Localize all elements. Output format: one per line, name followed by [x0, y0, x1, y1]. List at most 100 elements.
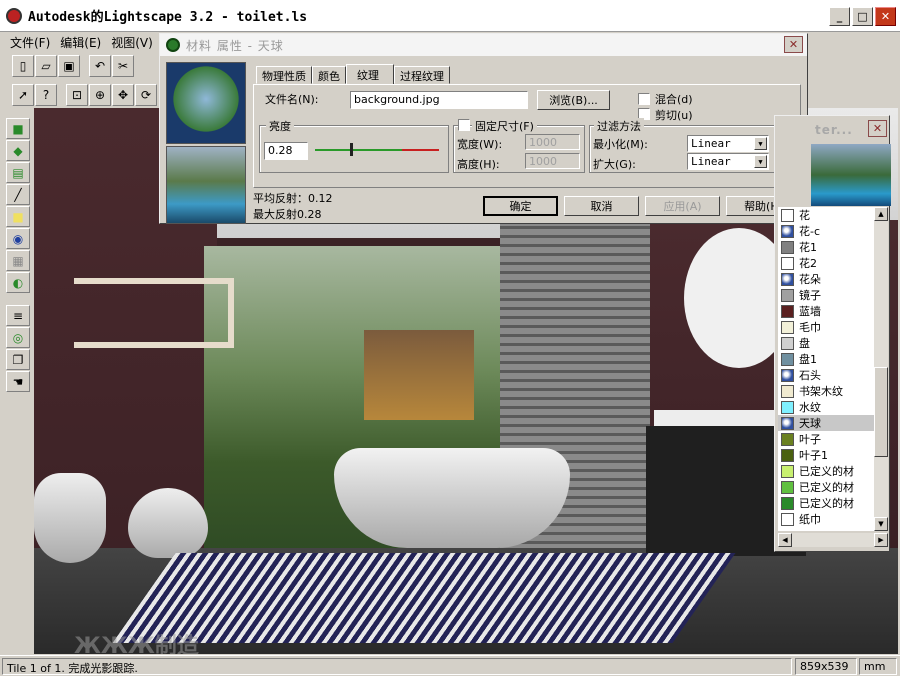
chevron-down-icon[interactable]: ▼: [754, 155, 767, 168]
save-icon[interactable]: ▣: [58, 55, 80, 77]
texture-preview-image: [166, 146, 246, 224]
scroll-down-icon[interactable]: ▼: [874, 517, 888, 531]
material-color-swatch: [781, 288, 794, 302]
tab-texture[interactable]: 纹理: [346, 64, 394, 84]
material-list-item[interactable]: 花1: [778, 239, 874, 255]
fixed-size-checkbox[interactable]: [458, 119, 470, 131]
magnify-label: 扩大(G):: [593, 158, 636, 171]
material-list-item[interactable]: 毛巾: [778, 319, 874, 335]
material-list-item[interactable]: 花2: [778, 255, 874, 271]
material-list-item[interactable]: 石头: [778, 367, 874, 383]
scroll-right-icon[interactable]: ▶: [874, 533, 888, 547]
material-list-item[interactable]: 书架木纹: [778, 383, 874, 399]
ok-button[interactable]: 确定: [483, 196, 558, 216]
line-icon[interactable]: ╱: [6, 184, 30, 205]
app-titlebar: Autodesk的Lightscape 3.2 - toilet.ls _ □ …: [0, 0, 900, 32]
search-icon[interactable]: ◎: [6, 327, 30, 348]
tab-color[interactable]: 颜色: [312, 66, 346, 84]
cut-icon[interactable]: ✂: [112, 55, 134, 77]
chevron-down-icon[interactable]: ▼: [754, 137, 767, 150]
magnify-select-value: Linear: [691, 155, 731, 168]
browse-button[interactable]: 浏览(B)...: [537, 90, 610, 110]
material-list-item[interactable]: 盘1: [778, 351, 874, 367]
menu-bar: 文件(F) 编辑(E) 视图(V): [0, 32, 160, 52]
apply-button[interactable]: 应用(A): [645, 196, 720, 216]
materials-vscrollbar[interactable]: ▲ ▼: [874, 207, 888, 531]
material-list-item[interactable]: 天球: [778, 415, 874, 431]
select-arrow-icon[interactable]: ➚: [12, 84, 34, 106]
material-list-item[interactable]: 纸巾: [778, 511, 874, 527]
left-toolbar: ■ ◆ ▤ ╱ ■ ◉ ▦ ◐ ≡ ◎ ❐ ☚: [6, 118, 30, 392]
brightness-field[interactable]: 0.28: [264, 142, 308, 160]
material-color-swatch: [781, 400, 794, 414]
tab-procedural-texture[interactable]: 过程纹理: [394, 66, 450, 84]
layers-icon[interactable]: ▤: [6, 162, 30, 183]
material-list-item[interactable]: 已定义的材: [778, 479, 874, 495]
grid-icon[interactable]: ▦: [6, 250, 30, 271]
orbit-icon[interactable]: ◐: [6, 272, 30, 293]
material-color-swatch: [781, 480, 794, 494]
material-list-item[interactable]: 已定义的材: [778, 463, 874, 479]
material-list-item[interactable]: 花: [778, 207, 874, 223]
minify-label: 最小化(M):: [593, 138, 648, 151]
filename-field[interactable]: background.jpg: [350, 91, 528, 109]
material-list-item[interactable]: 镜子: [778, 287, 874, 303]
material-list-item[interactable]: 蓝墙: [778, 303, 874, 319]
help-arrow-icon[interactable]: ?: [35, 84, 57, 106]
striped-rug: [112, 553, 736, 643]
material-list-item[interactable]: 叶子: [778, 431, 874, 447]
material-icon[interactable]: ◉: [6, 228, 30, 249]
scroll-thumb[interactable]: [874, 367, 888, 457]
undo-icon[interactable]: ↶: [89, 55, 111, 77]
max-reflectance: 最大反射0.28: [253, 208, 322, 221]
height-field[interactable]: 1000: [525, 153, 580, 169]
material-list-item[interactable]: 叶子1: [778, 447, 874, 463]
menu-file[interactable]: 文件(F): [10, 34, 50, 51]
scroll-up-icon[interactable]: ▲: [874, 207, 888, 221]
menu-view[interactable]: 视图(V): [111, 34, 153, 51]
zoom-window-icon[interactable]: ⊡: [66, 84, 88, 106]
material-list-item[interactable]: 已定义的材: [778, 495, 874, 511]
cube-green-icon[interactable]: ■: [6, 118, 30, 139]
tab-physical-properties[interactable]: 物理性质: [256, 66, 312, 84]
blend-checkbox[interactable]: [638, 93, 650, 105]
minimize-button[interactable]: _: [829, 7, 850, 26]
material-color-swatch: [781, 496, 794, 510]
cancel-button[interactable]: 取消: [564, 196, 639, 216]
material-list-item[interactable]: 花-c: [778, 223, 874, 239]
arrow-green-icon[interactable]: ◆: [6, 140, 30, 161]
window-controls: _ □ ✕: [829, 7, 896, 26]
rotate-icon[interactable]: ⟳: [135, 84, 157, 106]
brightness-slider-track[interactable]: [315, 149, 439, 151]
material-list-item[interactable]: 盘: [778, 335, 874, 351]
material-list-item[interactable]: 水纹: [778, 399, 874, 415]
scroll-left-icon[interactable]: ◀: [778, 533, 792, 547]
brightness-slider-thumb[interactable]: [349, 143, 353, 156]
layer-stack-icon[interactable]: ≡: [6, 305, 30, 326]
width-field[interactable]: 1000: [525, 134, 580, 150]
materials-hscrollbar[interactable]: ◀ ▶: [778, 533, 888, 547]
menu-edit[interactable]: 编辑(E): [60, 34, 101, 51]
materials-close-button[interactable]: ✕: [868, 120, 887, 137]
material-color-swatch: [781, 464, 794, 478]
watermark-logo: ЖЖЖ制造: [74, 634, 199, 654]
material-list-item[interactable]: 花朵: [778, 271, 874, 287]
hand-icon[interactable]: ☚: [6, 371, 30, 392]
new-icon[interactable]: ▯: [12, 55, 34, 77]
yellow-square-icon[interactable]: ■: [6, 206, 30, 227]
copy-icon[interactable]: ❐: [6, 349, 30, 370]
materials-window-title: ter...: [815, 123, 853, 137]
lightscape-app-icon[interactable]: [6, 7, 22, 24]
minify-select[interactable]: Linear ▼: [687, 135, 769, 152]
open-icon[interactable]: ▱: [35, 55, 57, 77]
magnify-select[interactable]: Linear ▼: [687, 153, 769, 170]
material-color-swatch: [781, 240, 794, 254]
dialog-close-button[interactable]: ✕: [784, 36, 803, 53]
material-name: 水纹: [799, 401, 821, 414]
material-sphere-icon: [781, 272, 794, 286]
close-button[interactable]: ✕: [875, 7, 896, 26]
maximize-button[interactable]: □: [852, 7, 873, 26]
zoom-icon[interactable]: ⊕: [89, 84, 111, 106]
material-color-swatch: [781, 304, 794, 318]
pan-icon[interactable]: ✥: [112, 84, 134, 106]
